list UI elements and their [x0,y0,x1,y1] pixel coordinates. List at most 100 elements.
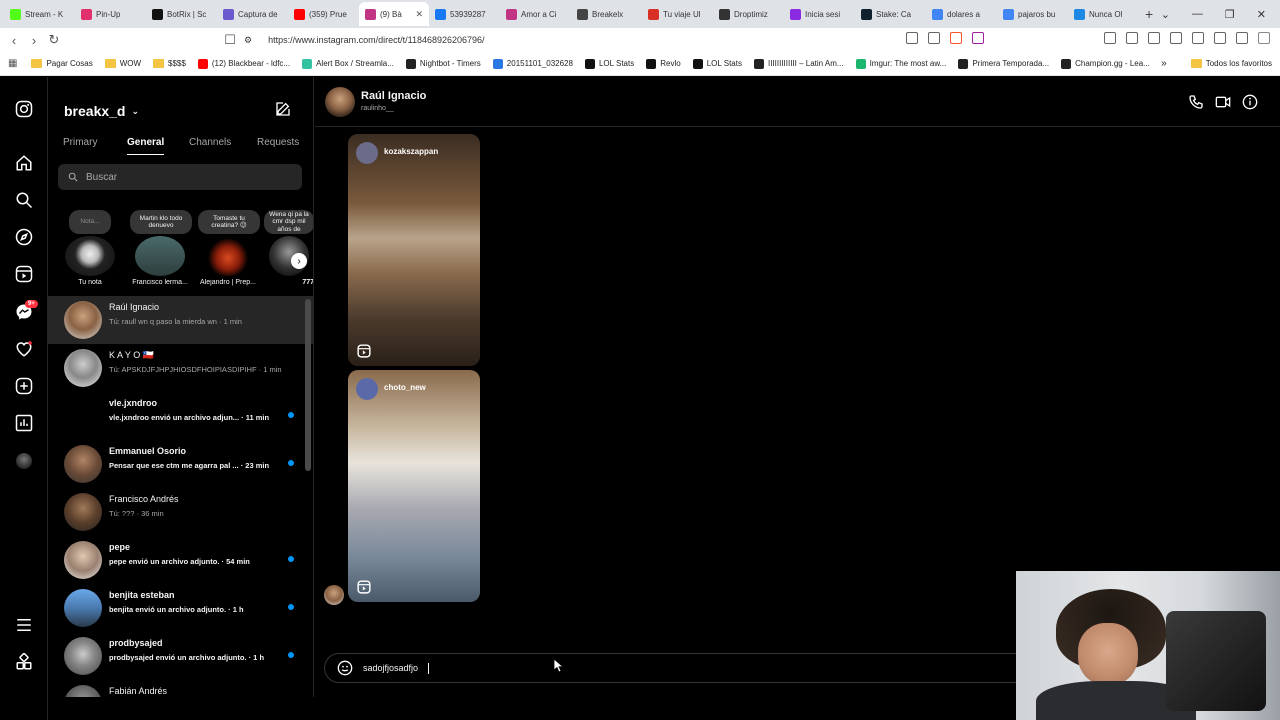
notes-next-button[interactable]: › [291,253,307,269]
browser-tab[interactable]: Stream - K [4,2,75,26]
conversation-item[interactable]: vle.jxndroo vle.jxndroo envió un archivo … [48,392,313,440]
browser-tab[interactable]: Amor a Ci [500,2,571,26]
extension-icon[interactable] [1148,32,1160,44]
browser-tab[interactable]: Stake: Ca [855,2,926,26]
browser-tab[interactable]: Breakelx [571,2,642,26]
minimize-button[interactable]: — [1192,8,1203,20]
bookmark-item[interactable]: 20151101_032628 [487,58,579,69]
note-item[interactable]: Martin klo todo denuevo Francisco lerma.… [130,210,192,286]
dashboard-icon[interactable] [15,414,33,432]
tab-channels[interactable]: Channels [189,137,231,148]
browser-tab[interactable]: (9) Bà ✕ [359,2,429,26]
threads-apps-icon[interactable] [15,653,33,671]
note-item[interactable]: Nota... Tu nota [60,210,120,286]
shared-reel[interactable]: kozakszappan [348,134,480,366]
more-menu-icon[interactable] [15,616,33,634]
bookmark-item[interactable]: IIIIIIIIIIIII – Latin Am... [748,58,850,69]
site-info-icon[interactable]: ⚙ [244,35,252,46]
conversation-item[interactable]: Emmanuel Osorio Pensar que ese ctm me aga… [48,440,313,488]
avatar[interactable] [325,87,355,117]
conversation-item[interactable]: prodbysajed prodbysajed envió un archivo … [48,632,313,680]
close-window-button[interactable]: ✕ [1257,8,1266,21]
chevron-down-icon[interactable]: ⌄ [1161,8,1170,21]
search-icon[interactable] [15,191,33,209]
bookmark-item[interactable]: WOW [99,59,147,69]
shared-reel[interactable]: choto_new [348,370,480,602]
heart-icon[interactable] [15,340,33,358]
conversation-item[interactable]: Raúl Ignacio Tú: raull wn q paso la mierd… [48,296,313,344]
apps-icon[interactable]: ▦ [8,58,17,69]
account-switcher[interactable]: breakx_d ⌄ [64,103,139,119]
extension-icon[interactable] [1126,32,1138,44]
tab-primary[interactable]: Primary [63,137,97,148]
forward-icon[interactable]: › [24,33,44,48]
reload-icon[interactable]: ↻ [44,32,64,48]
bookmark-item[interactable]: LOL Stats [687,58,748,69]
media-icon[interactable] [1170,32,1182,44]
tab-general[interactable]: General [127,137,165,155]
bookmark-item[interactable]: Champion.gg - Lea... [1055,58,1156,69]
extension-icon[interactable] [906,32,918,44]
profile-avatar[interactable] [16,453,32,469]
video-call-icon[interactable] [1215,94,1231,110]
reels-icon[interactable] [15,265,33,283]
browser-tab[interactable]: (359) Prue [288,2,359,26]
rewards-icon[interactable] [972,32,984,44]
home-icon[interactable] [15,154,33,172]
bookmark-item[interactable]: Alert Box / Streamla... [296,58,400,69]
conversation-item[interactable]: pepe pepe envió un archivo adjunto. · 54 … [48,536,313,584]
extension-icon[interactable] [1104,32,1116,44]
bookmark-label: (12) Blackbear - ldfc... [211,59,291,68]
new-tab-button[interactable]: + [1145,6,1153,22]
bookmark-item[interactable]: $$$$ [147,59,192,69]
back-icon[interactable]: ‹ [4,33,24,48]
browser-tab[interactable]: Nunca Ol [1068,2,1139,26]
browser-tab[interactable]: Tu viaje Ul [642,2,713,26]
sidebar-icon[interactable] [1192,32,1204,44]
conversation-item[interactable]: K A Y O 🇨🇱 Tú: APSKDJFJHPJHIOSDFHOIPIASDI… [48,344,313,392]
browser-tab[interactable]: pajaros bu [997,2,1068,26]
browser-tab[interactable]: 53939287 [429,2,500,26]
instagram-logo-icon[interactable] [15,100,33,118]
address-bar[interactable]: ⚙ https://www.instagram.com/direct/t/118… [244,30,964,50]
scrollbar[interactable] [305,299,311,689]
conversation-preview: Pensar que ese ctm me agarra pal ... · 2… [109,461,270,470]
note-item[interactable]: Tomaste tu creatina? 😉 Alejandro | Prep.… [198,210,260,286]
bookmark-item[interactable]: (12) Blackbear - ldfc... [192,58,296,69]
conversation-item[interactable]: benjita esteban benjita envió un archivo … [48,584,313,632]
search-input[interactable]: Buscar [58,164,302,190]
extension-icon[interactable] [1214,32,1226,44]
bookmarks-overflow[interactable]: » [1161,58,1167,69]
close-tab-icon[interactable]: ✕ [415,9,423,20]
browser-tab[interactable]: Inicia sesi [784,2,855,26]
explore-icon[interactable] [15,228,33,246]
browser-tab[interactable]: Captura de [217,2,288,26]
info-icon[interactable] [1242,94,1258,110]
bookmark-item[interactable]: Revlo [640,58,686,69]
browser-tab[interactable]: BotRix | Sc [146,2,217,26]
bookmark-item[interactable]: Nightbot - Timers [400,58,487,69]
conversation-item[interactable]: Francisco Andrés Tú: ??? · 36 min [48,488,313,536]
browser-tab[interactable]: Pin-Up [75,2,146,26]
bookmark-item[interactable]: LOL Stats [579,58,640,69]
bookmark-item[interactable]: Imgur: The most aw... [850,58,953,69]
browser-tab[interactable]: dolares a [926,2,997,26]
compose-icon[interactable] [275,101,291,117]
browser-tab[interactable]: Droptimiz [713,2,784,26]
note-item[interactable]: Wena qi pa la cmr dsp mil años de 777 [264,210,313,286]
menu-icon[interactable] [1258,32,1270,44]
all-bookmarks-button[interactable]: Todos los favoritos [1206,59,1272,68]
emoji-icon[interactable] [337,660,353,676]
bookmark-item[interactable]: Primera Temporada... [952,58,1055,69]
bookmark-item[interactable]: Pagar Cosas [25,59,98,69]
restore-button[interactable]: ❐ [1225,8,1235,21]
chat-title[interactable]: Raúl Ignacio [361,90,426,102]
share-icon[interactable] [928,32,940,44]
extension-icon[interactable] [1236,32,1248,44]
phone-icon[interactable] [1188,94,1204,110]
brave-shield-icon[interactable] [950,32,962,44]
bookmark-icon[interactable]: ☐ [220,32,240,48]
create-icon[interactable] [15,377,33,395]
conversation-item[interactable]: Fabián Andrés [48,680,313,697]
tab-requests[interactable]: Requests [257,137,299,148]
